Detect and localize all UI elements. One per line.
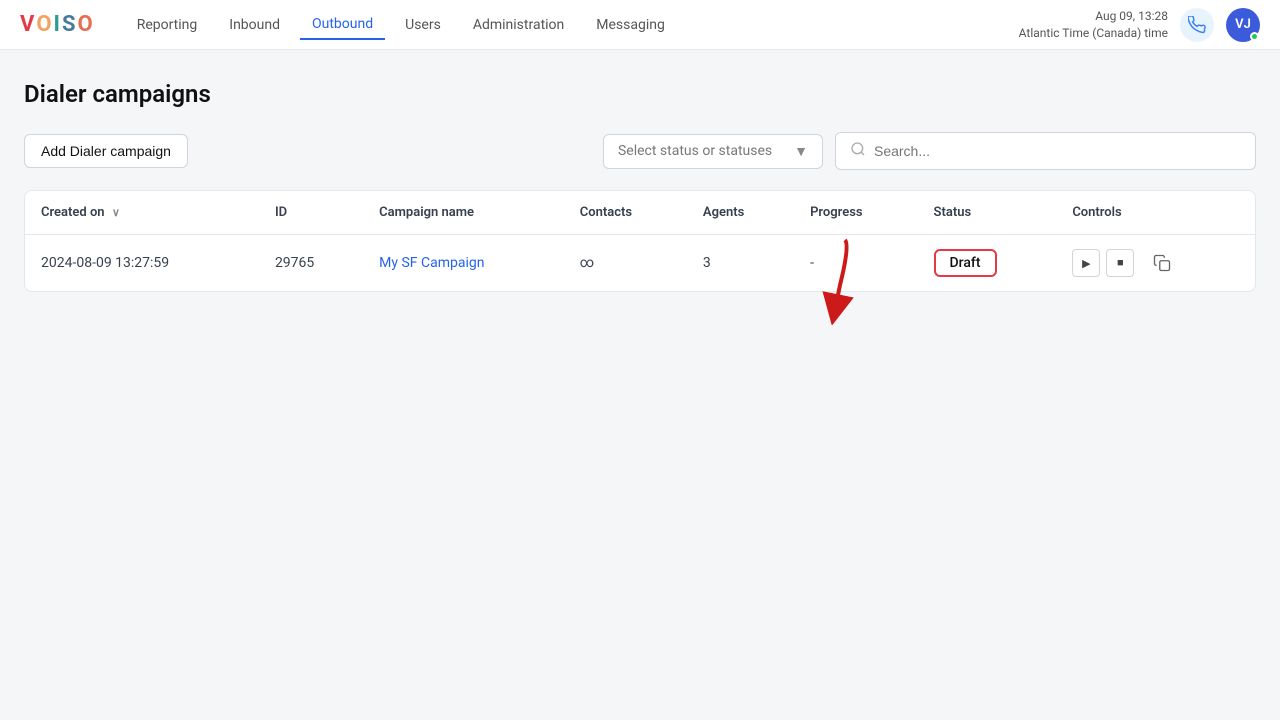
col-agents: Agents (687, 191, 794, 235)
cell-controls: ▶ ■ (1056, 235, 1255, 292)
datetime-line1: Aug 09, 13:28 (1019, 8, 1168, 25)
nav-outbound[interactable]: Outbound (300, 10, 385, 40)
status-badge: Draft (934, 249, 997, 277)
copy-icon (1153, 254, 1171, 272)
nav-administration[interactable]: Administration (461, 11, 576, 39)
chevron-down-icon: ▼ (794, 143, 808, 160)
cell-created-on: 2024-08-09 13:27:59 (25, 235, 259, 292)
nav-reporting[interactable]: Reporting (125, 11, 210, 39)
avatar-status-badge (1250, 32, 1259, 41)
campaigns-table: Created on ∨ ID Campaign name Contacts A… (25, 191, 1255, 291)
logo-v: V (20, 12, 36, 37)
avatar[interactable]: VJ (1226, 8, 1260, 42)
cell-id: 29765 (259, 235, 363, 292)
logo-i: I (54, 12, 62, 37)
status-filter-dropdown[interactable]: Select status or statuses ▼ (603, 134, 823, 169)
col-id: ID (259, 191, 363, 235)
logo: VOISO (20, 12, 95, 37)
page-title: Dialer campaigns (24, 80, 1256, 108)
toolbar: Add Dialer campaign Select status or sta… (24, 132, 1256, 170)
play-button[interactable]: ▶ (1072, 249, 1100, 277)
nav-inbound[interactable]: Inbound (217, 11, 292, 39)
col-campaign-name: Campaign name (363, 191, 564, 235)
add-dialer-campaign-button[interactable]: Add Dialer campaign (24, 134, 188, 168)
phone-button[interactable] (1180, 8, 1214, 42)
cell-status: Draft (918, 235, 1057, 292)
main-content: Dialer campaigns Add Dialer campaign Sel… (0, 50, 1280, 322)
search-input[interactable] (874, 143, 1241, 159)
cell-campaign-name: My SF Campaign (363, 235, 564, 292)
sort-icon: ∨ (112, 206, 120, 219)
stop-button[interactable]: ■ (1106, 249, 1134, 277)
campaigns-table-container: Created on ∨ ID Campaign name Contacts A… (24, 190, 1256, 292)
copy-button[interactable] (1148, 249, 1176, 277)
controls-group: ▶ ■ (1072, 249, 1239, 277)
cell-progress: - (794, 235, 917, 292)
search-icon (850, 141, 866, 161)
col-created-on: Created on ∨ (25, 191, 259, 235)
phone-icon (1188, 16, 1206, 34)
datetime-line2: Atlantic Time (Canada) time (1019, 25, 1168, 42)
header-right: Aug 09, 13:28 Atlantic Time (Canada) tim… (1019, 8, 1260, 42)
header: VOISO Reporting Inbound Outbound Users A… (0, 0, 1280, 50)
table-header-row: Created on ∨ ID Campaign name Contacts A… (25, 191, 1255, 235)
nav-users[interactable]: Users (393, 11, 453, 39)
col-progress: Progress (794, 191, 917, 235)
col-controls: Controls (1056, 191, 1255, 235)
col-contacts: Contacts (564, 191, 687, 235)
status-filter-label: Select status or statuses (618, 143, 772, 159)
main-nav: Reporting Inbound Outbound Users Adminis… (125, 10, 1019, 40)
col-status: Status (918, 191, 1057, 235)
table-row: 2024-08-09 13:27:59 29765 My SF Campaign… (25, 235, 1255, 292)
logo-s: S (62, 12, 78, 37)
nav-messaging[interactable]: Messaging (584, 11, 677, 39)
cell-agents: 3 (687, 235, 794, 292)
logo-o: O (36, 12, 53, 37)
search-box (835, 132, 1256, 170)
datetime: Aug 09, 13:28 Atlantic Time (Canada) tim… (1019, 8, 1168, 42)
cell-contacts: ∞ (564, 235, 687, 292)
logo-o2: O (78, 12, 95, 37)
campaign-name-link[interactable]: My SF Campaign (379, 255, 484, 271)
